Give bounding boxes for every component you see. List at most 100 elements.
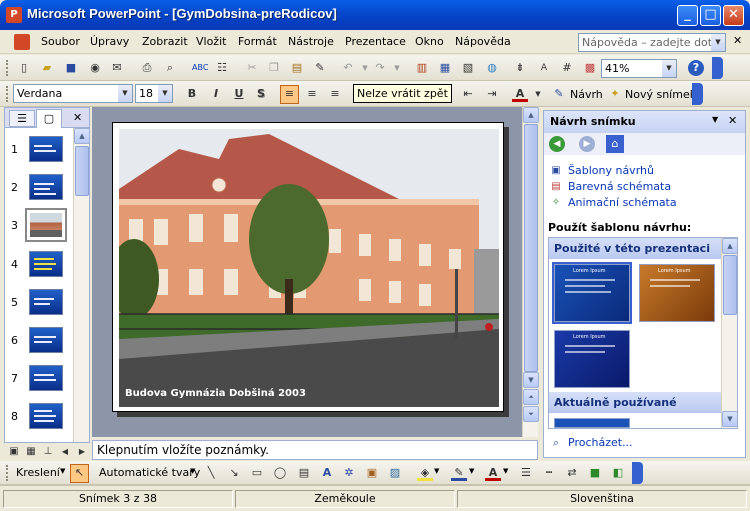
- font-name-combo[interactable]: Verdana ▼: [13, 84, 133, 103]
- insert-picture-icon[interactable]: ▨: [387, 465, 403, 481]
- design-templates-link[interactable]: Šablony návrhů: [568, 164, 654, 177]
- align-right-icon[interactable]: ≡: [327, 86, 343, 102]
- chevron-down-icon[interactable]: ▼: [158, 85, 172, 102]
- show-formatting-icon[interactable]: A: [536, 60, 552, 76]
- template-used-dark-blue[interactable]: Lorem Ipsum: [554, 330, 630, 388]
- slide-photo[interactable]: [119, 129, 499, 407]
- arrow-style-icon[interactable]: ⇄: [564, 465, 580, 481]
- powerpoint-app-icon[interactable]: P: [6, 7, 22, 23]
- bold-button[interactable]: B: [184, 86, 200, 102]
- shadow-style-icon[interactable]: ■: [587, 465, 603, 481]
- toolbar-grip[interactable]: [6, 465, 9, 481]
- previous-slide-icon[interactable]: ⏶: [523, 389, 539, 405]
- help-icon[interactable]: ?: [688, 60, 704, 76]
- cut-icon[interactable]: ✂: [244, 60, 260, 76]
- align-center-icon[interactable]: ≡: [304, 86, 320, 102]
- slide-thumbnail-4[interactable]: [29, 251, 63, 277]
- next-slide-icon[interactable]: ⏷: [523, 406, 539, 422]
- shadow-button[interactable]: S: [253, 86, 269, 102]
- scroll-right-icon[interactable]: ▶: [74, 444, 90, 460]
- slide-thumbnail-5[interactable]: [29, 289, 63, 315]
- design-button[interactable]: Návrh: [570, 88, 603, 101]
- current-slide[interactable]: Budova Gymnázia Dobšiná 2003: [112, 122, 504, 412]
- redo-dropdown-icon[interactable]: ▼: [389, 60, 405, 76]
- design-icon[interactable]: ✎: [551, 86, 567, 102]
- toolbar-options-icon[interactable]: [692, 83, 703, 105]
- slide-thumbnail-2[interactable]: [29, 174, 63, 200]
- menu-okno[interactable]: Okno: [415, 35, 444, 48]
- menu-prezentace[interactable]: Prezentace: [345, 35, 406, 48]
- slide-thumbnail-1[interactable]: [29, 136, 63, 162]
- slide-thumbnail-7[interactable]: [29, 365, 63, 391]
- minimize-button[interactable]: _: [677, 5, 698, 26]
- close-window-button[interactable]: ✕: [723, 5, 744, 26]
- spelling-icon[interactable]: ABC: [192, 60, 208, 76]
- rectangle-icon[interactable]: ▭: [249, 465, 265, 481]
- line-color-icon[interactable]: ✎: [451, 465, 467, 481]
- draw-menu-button[interactable]: Kreslení: [16, 466, 60, 479]
- insert-chart-icon[interactable]: ▥: [414, 60, 430, 76]
- scroll-up-icon[interactable]: ▲: [523, 107, 539, 123]
- document-icon[interactable]: [14, 34, 30, 50]
- close-pane-button[interactable]: ✕: [73, 111, 82, 124]
- font-color-icon[interactable]: A: [485, 465, 501, 481]
- increase-indent-icon[interactable]: ⇥: [484, 86, 500, 102]
- chevron-down-icon[interactable]: ▼: [711, 34, 725, 51]
- autoshapes-menu-button[interactable]: Automatické tvary: [99, 466, 200, 479]
- dash-style-icon[interactable]: ┅: [541, 465, 557, 481]
- outline-tab[interactable]: ☰: [9, 110, 35, 127]
- slideshow-icon[interactable]: ⊥: [40, 444, 56, 460]
- new-file-icon[interactable]: ▯: [16, 60, 32, 76]
- research-icon[interactable]: ☷: [214, 60, 230, 76]
- toolbar-options-icon[interactable]: [712, 57, 723, 79]
- insert-table-icon[interactable]: ▦: [437, 60, 453, 76]
- 3d-style-icon[interactable]: ◧: [610, 465, 626, 481]
- scroll-thumb[interactable]: [723, 255, 737, 315]
- slide-scrollbar[interactable]: ▲ ▼ ⏶ ⏷: [522, 107, 539, 437]
- slide-sorter-icon[interactable]: ▦: [23, 444, 39, 460]
- title-bar[interactable]: P Microsoft PowerPoint - [GymDobsina-pre…: [0, 0, 750, 30]
- animation-schemes-link[interactable]: Animační schémata: [568, 196, 677, 209]
- tables-borders-icon[interactable]: ▧: [460, 60, 476, 76]
- new-slide-icon[interactable]: ✦: [607, 86, 623, 102]
- template-recent-blue[interactable]: [554, 418, 630, 428]
- undo-icon[interactable]: ↶: [340, 60, 356, 76]
- scroll-down-icon[interactable]: ▼: [523, 372, 539, 388]
- chevron-down-icon[interactable]: ▼: [190, 467, 195, 475]
- home-icon[interactable]: ⌂: [606, 135, 624, 153]
- save-icon[interactable]: ■: [63, 60, 79, 76]
- show-grid-icon[interactable]: #: [559, 60, 575, 76]
- close-task-pane-button[interactable]: ✕: [728, 114, 737, 127]
- align-left-icon[interactable]: ≡: [280, 85, 299, 104]
- normal-view-icon[interactable]: ▣: [6, 444, 22, 460]
- back-icon[interactable]: ◀: [549, 136, 565, 152]
- toolbar-grip[interactable]: [6, 86, 9, 102]
- template-used-orange[interactable]: Lorem Ipsum: [639, 264, 715, 322]
- font-color-dropdown-icon[interactable]: ▼: [530, 86, 546, 102]
- select-pointer-icon[interactable]: ↖: [70, 464, 89, 483]
- insert-diagram-icon[interactable]: ◍: [484, 60, 500, 76]
- permission-icon[interactable]: ◉: [87, 60, 103, 76]
- expand-all-icon[interactable]: ⇟: [512, 60, 528, 76]
- chevron-down-icon[interactable]: ▼: [662, 60, 676, 77]
- open-folder-icon[interactable]: ▰: [39, 60, 55, 76]
- underline-button[interactable]: U: [231, 86, 247, 102]
- color-schemes-link[interactable]: Barevná schémata: [568, 180, 671, 193]
- menu-upravy[interactable]: Úpravy: [90, 35, 129, 48]
- toolbar-grip[interactable]: [6, 60, 9, 76]
- help-search-input[interactable]: Nápověda – zadejte dotaz ▼: [578, 33, 726, 52]
- zoom-combo[interactable]: 41% ▼: [601, 59, 677, 78]
- slide-thumbnail-8[interactable]: [29, 403, 63, 429]
- scroll-thumb[interactable]: [75, 146, 89, 196]
- decrease-indent-icon[interactable]: ⇤: [460, 86, 476, 102]
- line-icon[interactable]: ╲: [203, 465, 219, 481]
- close-document-button[interactable]: ✕: [733, 34, 742, 47]
- slides-pane-scrollbar[interactable]: ▲: [73, 128, 90, 442]
- wordart-icon[interactable]: A: [319, 465, 335, 481]
- text-box-icon[interactable]: ▤: [296, 465, 312, 481]
- chevron-down-icon[interactable]: ▼: [712, 115, 718, 124]
- font-color-button[interactable]: A: [512, 86, 528, 102]
- clip-art-icon[interactable]: ▣: [364, 465, 380, 481]
- templates-scrollbar[interactable]: ▲ ▼: [721, 238, 738, 428]
- menu-nastroje[interactable]: Nástroje: [288, 35, 334, 48]
